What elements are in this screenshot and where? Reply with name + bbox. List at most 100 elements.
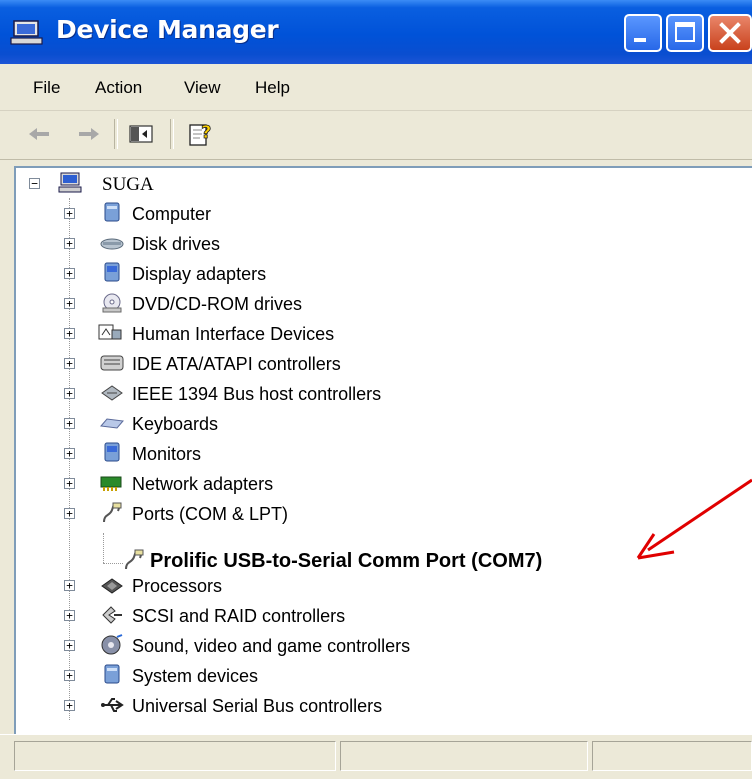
tree-item-label: Ports (COM & LPT) bbox=[132, 504, 289, 524]
status-bar bbox=[0, 734, 752, 779]
toolbar: ? bbox=[0, 111, 752, 160]
tree-item-label: System devices bbox=[132, 666, 259, 686]
expand-toggle[interactable]: + bbox=[64, 238, 75, 249]
tree-item-label: Disk drives bbox=[132, 234, 221, 254]
scsi-icon bbox=[102, 606, 122, 624]
expand-toggle[interactable]: + bbox=[64, 478, 75, 489]
network-adapter-icon bbox=[100, 476, 122, 491]
toolbar-separator bbox=[114, 119, 118, 149]
tree-item-system-devices[interactable]: + System devices bbox=[16, 662, 716, 690]
device-tree[interactable]: − SUGA + Computer + Disk drives + Displa… bbox=[14, 166, 752, 734]
processor-icon bbox=[101, 578, 123, 594]
usb-icon bbox=[101, 698, 124, 712]
tree-item-network-adapters[interactable]: + Network adapters bbox=[16, 470, 716, 498]
computer-icon bbox=[104, 202, 120, 222]
tree-item-usb[interactable]: + Universal Serial Bus controllers bbox=[16, 692, 716, 720]
device-manager-window: Device Manager File Action View Help ? −… bbox=[0, 0, 752, 779]
menu-view[interactable]: View bbox=[184, 78, 221, 98]
firewire-icon bbox=[101, 385, 123, 401]
tree-item-ieee1394[interactable]: + IEEE 1394 Bus host controllers bbox=[16, 380, 716, 408]
tree-item-label: Human Interface Devices bbox=[132, 324, 335, 344]
tree-item-monitors[interactable]: + Monitors bbox=[16, 440, 716, 468]
expand-toggle[interactable]: + bbox=[64, 670, 75, 681]
tree-item-label: Universal Serial Bus controllers bbox=[132, 696, 383, 716]
keyboard-icon bbox=[100, 418, 124, 429]
back-button[interactable] bbox=[24, 121, 54, 147]
expand-toggle[interactable]: + bbox=[64, 700, 75, 711]
expand-toggle[interactable]: + bbox=[64, 268, 75, 279]
toolbar-separator bbox=[170, 119, 174, 149]
tree-item-display-adapters[interactable]: + Display adapters bbox=[16, 260, 716, 288]
expand-toggle[interactable]: + bbox=[64, 388, 75, 399]
device-manager-icon bbox=[10, 20, 43, 45]
show-hide-console-tree-icon bbox=[129, 125, 153, 143]
title-bar[interactable]: Device Manager bbox=[0, 0, 752, 64]
expand-toggle[interactable]: + bbox=[64, 448, 75, 459]
forward-arrow-icon bbox=[79, 128, 99, 140]
tree-item-processors[interactable]: + Processors bbox=[16, 572, 716, 600]
help-icon: ? bbox=[189, 122, 212, 146]
forward-button[interactable] bbox=[74, 121, 104, 147]
tree-item-disk-drives[interactable]: + Disk drives bbox=[16, 230, 716, 258]
window-title: Device Manager bbox=[56, 15, 279, 44]
tree-item-label: SCSI and RAID controllers bbox=[132, 606, 346, 626]
expand-toggle[interactable]: + bbox=[64, 208, 75, 219]
monitor-icon bbox=[104, 442, 120, 462]
expand-toggle[interactable]: + bbox=[64, 328, 75, 339]
expand-toggle[interactable]: + bbox=[64, 418, 75, 429]
tree-item-scsi[interactable]: + SCSI and RAID controllers bbox=[16, 602, 716, 630]
tree-item-sound[interactable]: + Sound, video and game controllers bbox=[16, 632, 716, 660]
maximize-button[interactable] bbox=[666, 14, 704, 52]
menu-help[interactable]: Help bbox=[255, 78, 290, 98]
tree-root[interactable]: − SUGA bbox=[16, 170, 716, 198]
back-arrow-icon bbox=[29, 128, 49, 140]
sound-icon bbox=[101, 634, 123, 655]
expand-toggle[interactable]: + bbox=[64, 508, 75, 519]
computer-icon bbox=[58, 172, 82, 193]
svg-text:?: ? bbox=[201, 122, 211, 143]
minimize-icon bbox=[634, 38, 646, 42]
show-hide-console-tree-button[interactable] bbox=[126, 121, 156, 147]
minimize-button[interactable] bbox=[624, 14, 662, 52]
tree-item-label: IEEE 1394 Bus host controllers bbox=[132, 384, 382, 404]
tree-item-dvd-cdrom[interactable]: + DVD/CD-ROM drives bbox=[16, 290, 716, 318]
tree-item-computer[interactable]: + Computer bbox=[16, 200, 716, 228]
tree-item-label: Monitors bbox=[132, 444, 202, 464]
disk-drive-icon bbox=[100, 238, 124, 250]
expand-toggle[interactable]: + bbox=[64, 640, 75, 651]
ide-controller-icon bbox=[100, 355, 124, 371]
tree-item-keyboards[interactable]: + Keyboards bbox=[16, 410, 716, 438]
tree-item-label: Sound, video and game controllers bbox=[132, 636, 411, 656]
tree-item-label: Processors bbox=[132, 576, 223, 596]
tree-item-label: Computer bbox=[132, 204, 212, 224]
status-panel bbox=[14, 741, 336, 771]
tree-item-label: Prolific USB-to-Serial Comm Port (COM7) bbox=[150, 550, 543, 572]
menu-bar: File Action View Help bbox=[0, 66, 752, 111]
tree-item-label: DVD/CD-ROM drives bbox=[132, 294, 303, 314]
display-adapter-icon bbox=[104, 262, 120, 282]
close-button[interactable] bbox=[708, 14, 752, 52]
tree-root-label: SUGA bbox=[102, 174, 154, 195]
menu-file[interactable]: File bbox=[33, 78, 60, 98]
tree-item-label: Display adapters bbox=[132, 264, 267, 284]
hid-icon bbox=[98, 324, 122, 340]
expand-toggle[interactable]: + bbox=[64, 610, 75, 621]
expand-toggle[interactable]: + bbox=[64, 358, 75, 369]
tree-item-ide-controllers[interactable]: + IDE ATA/ATAPI controllers bbox=[16, 350, 716, 378]
maximize-icon bbox=[675, 22, 695, 42]
status-panel bbox=[592, 741, 752, 771]
expand-toggle[interactable]: + bbox=[64, 298, 75, 309]
cdrom-icon bbox=[102, 293, 122, 313]
tree-item-label: IDE ATA/ATAPI controllers bbox=[132, 354, 341, 374]
expand-toggle[interactable]: + bbox=[64, 580, 75, 591]
red-arrow-icon bbox=[636, 478, 752, 560]
tree-item-ports[interactable]: + Ports (COM & LPT) bbox=[16, 500, 716, 528]
system-device-icon bbox=[104, 664, 120, 684]
collapse-toggle[interactable]: − bbox=[29, 178, 40, 189]
help-button[interactable]: ? bbox=[186, 121, 216, 147]
tree-item-hid[interactable]: + Human Interface Devices bbox=[16, 320, 716, 348]
tree-item-label: Network adapters bbox=[132, 474, 274, 494]
port-icon bbox=[125, 549, 144, 570]
close-icon bbox=[719, 22, 741, 44]
menu-action[interactable]: Action bbox=[95, 78, 142, 98]
